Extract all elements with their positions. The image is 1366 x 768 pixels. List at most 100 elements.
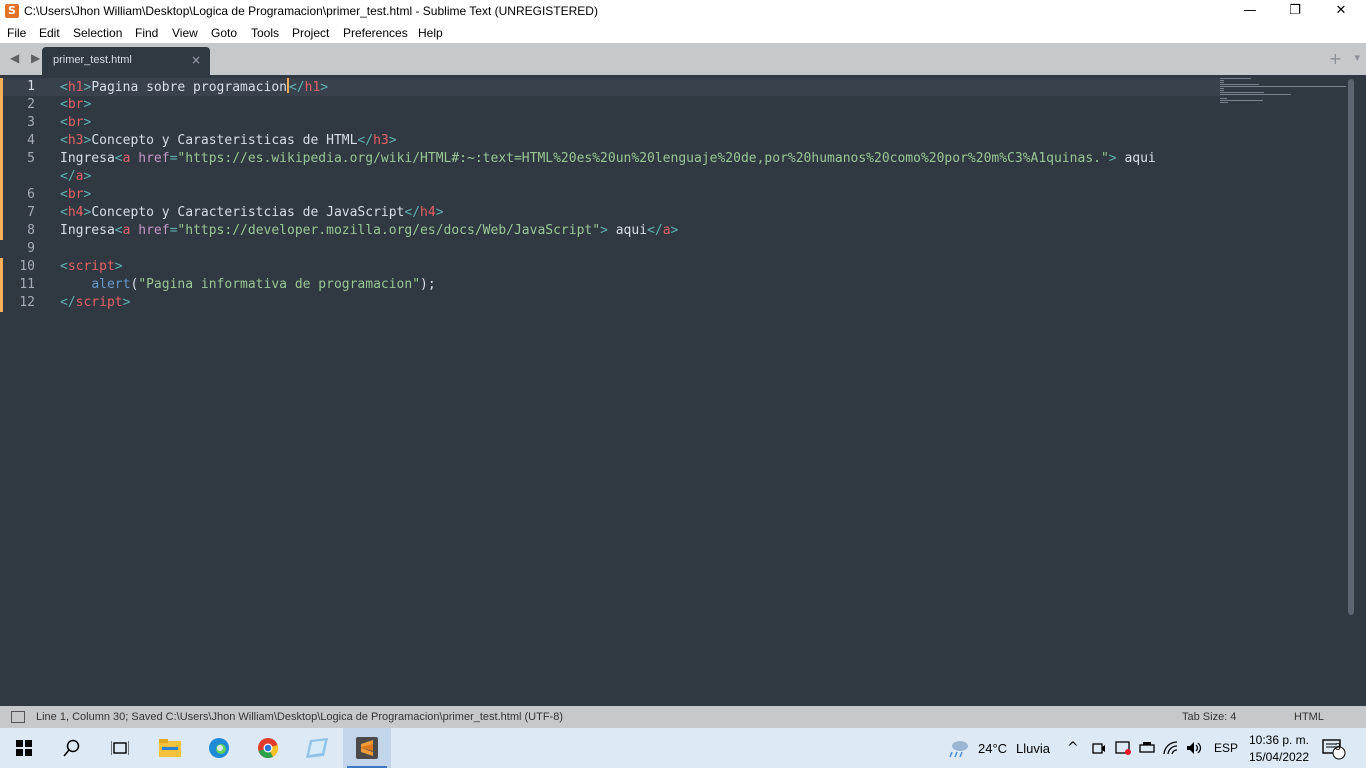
code-line[interactable] xyxy=(60,240,1156,258)
line-number: 9 xyxy=(27,241,35,256)
status-message: Line 1, Column 30; Saved C:\Users\Jhon W… xyxy=(36,711,563,723)
sublime-text-taskbar-button[interactable] xyxy=(343,728,391,768)
vertical-scrollbar[interactable] xyxy=(1348,79,1354,615)
code-token: h1 xyxy=(304,80,321,95)
code-token: > xyxy=(83,97,92,112)
line-number: 1 xyxy=(0,78,48,96)
code-line[interactable]: <h3>Concepto y Carasteristicas de HTML</… xyxy=(60,132,1156,150)
search-icon xyxy=(63,739,80,757)
code-editor[interactable]: 1 2 3 4 5 6 7 8 9 10 11 12 <h1>Pagina sobre program… xyxy=(0,75,1356,706)
menu-view[interactable]: View xyxy=(172,26,198,40)
code-line[interactable]: Ingresa<a href="https://developer.mozill… xyxy=(60,222,1156,240)
file-explorer-button[interactable] xyxy=(146,728,194,768)
code-token: < xyxy=(60,133,68,148)
minimap-line xyxy=(1220,80,1224,81)
code-token: br xyxy=(67,187,84,202)
code-line[interactable]: <br> xyxy=(60,96,1156,114)
windows-logo-icon xyxy=(16,740,32,756)
code-line[interactable]: <h4>Concepto y Caracteristcias de JavaSc… xyxy=(60,204,1156,222)
menu-preferences[interactable]: Preferences xyxy=(343,26,408,40)
edge-button[interactable] xyxy=(195,728,243,768)
chrome-button[interactable] xyxy=(244,728,292,768)
wifi-icon[interactable] xyxy=(1163,728,1179,768)
menu-find[interactable]: Find xyxy=(135,26,158,40)
code-line[interactable]: Ingresa<a href="https://es.wikipedia.org… xyxy=(60,150,1156,168)
code-line[interactable]: </a> xyxy=(60,168,1156,186)
menu-selection[interactable]: Selection xyxy=(73,26,122,40)
tab-primer-test[interactable]: primer_test.html × xyxy=(42,47,210,75)
menu-project[interactable]: Project xyxy=(292,26,329,40)
weather-widget[interactable]: 24°C Lluvia xyxy=(946,728,1050,768)
clock[interactable]: 10:36 p. m. 15/04/2022 xyxy=(1244,728,1314,768)
code-line[interactable]: <h1>Pagina sobre programacion </h1> xyxy=(60,78,1156,96)
start-button[interactable] xyxy=(0,728,48,768)
code-token: < xyxy=(60,115,68,130)
code-token: script xyxy=(67,259,115,274)
edge-icon xyxy=(209,738,229,758)
minimap-line xyxy=(1220,86,1346,87)
minimize-button[interactable]: — xyxy=(1227,0,1273,23)
code-token: h4 xyxy=(420,205,436,220)
line-number: 7 xyxy=(0,204,48,222)
minimap-line xyxy=(1220,98,1228,99)
search-button[interactable] xyxy=(48,728,96,768)
code-token: > xyxy=(83,169,92,184)
meet-now-icon[interactable] xyxy=(1092,728,1106,768)
maximize-button[interactable]: ❐ xyxy=(1272,0,1318,23)
menu-edit[interactable]: Edit xyxy=(39,26,60,40)
code-token: </ xyxy=(647,223,663,238)
notification-center-button[interactable]: 3 xyxy=(1322,728,1346,768)
code-line[interactable]: <br> xyxy=(60,186,1156,204)
weather-description: Lluvia xyxy=(1016,740,1051,756)
menu-bar: File Edit Selection Find View Goto Tools… xyxy=(0,23,1366,43)
code-token: href xyxy=(138,151,170,166)
code-token: br xyxy=(67,115,84,130)
tab-nav-arrows-icon[interactable]: ◀ ▶ xyxy=(10,51,44,65)
code-token: > xyxy=(1108,151,1117,166)
code-token: aqui xyxy=(607,223,648,238)
line-number: 12 xyxy=(0,294,48,312)
volume-icon[interactable] xyxy=(1186,728,1204,768)
code-token: h3 xyxy=(67,133,84,148)
input-language[interactable]: ESP xyxy=(1214,728,1238,768)
security-notification-icon[interactable] xyxy=(1115,728,1131,768)
weather-temperature: 24°C xyxy=(978,740,1008,756)
code-line[interactable]: </script> xyxy=(60,294,1156,312)
tab-list-icon[interactable]: ▾ xyxy=(1354,51,1360,64)
menu-tools[interactable]: Tools xyxy=(251,26,279,40)
code-token: > xyxy=(83,187,92,202)
menu-goto[interactable]: Goto xyxy=(211,26,237,40)
line-number xyxy=(0,168,48,186)
menu-file[interactable]: File xyxy=(7,26,26,40)
code-token: "https://developer.mozilla.org/es/docs/W… xyxy=(177,223,601,238)
minimap-line xyxy=(1220,82,1224,83)
code-token: > xyxy=(388,133,397,148)
notepad-button[interactable] xyxy=(293,728,341,768)
tab-close-icon[interactable]: × xyxy=(191,53,201,67)
code-line[interactable]: alert("Pagina informativa de programacio… xyxy=(60,276,1156,294)
code-token: > xyxy=(122,295,131,310)
minimap-line xyxy=(1220,84,1259,85)
minimap[interactable] xyxy=(1220,75,1350,135)
tray-chevron-icon[interactable]: ^ xyxy=(1067,728,1079,768)
rain-cloud-icon xyxy=(949,741,968,758)
line-number: 3 xyxy=(0,114,48,132)
device-icon[interactable] xyxy=(1139,728,1155,768)
line-number: 4 xyxy=(0,132,48,150)
task-view-button[interactable] xyxy=(96,728,144,768)
syntax-indicator[interactable]: HTML xyxy=(1294,711,1324,723)
code-token: "https://es.wikipedia.org/wiki/HTML#:~:t… xyxy=(177,151,1109,166)
panel-toggle-icon[interactable] xyxy=(11,711,25,723)
tab-size-indicator[interactable]: Tab Size: 4 xyxy=(1182,711,1236,723)
code-token: alert xyxy=(91,277,131,292)
new-tab-icon[interactable]: + xyxy=(1329,49,1342,68)
code-content[interactable]: <h1>Pagina sobre programacion </h1> <br> <b… xyxy=(60,78,1156,312)
close-button[interactable]: ✕ xyxy=(1318,0,1364,23)
chrome-icon xyxy=(258,738,278,759)
code-line[interactable]: <script> xyxy=(60,258,1156,276)
code-line[interactable]: <br> xyxy=(60,114,1156,132)
menu-help[interactable]: Help xyxy=(418,26,443,40)
minimap-line xyxy=(1220,90,1224,91)
code-token: Ingresa xyxy=(60,223,115,238)
